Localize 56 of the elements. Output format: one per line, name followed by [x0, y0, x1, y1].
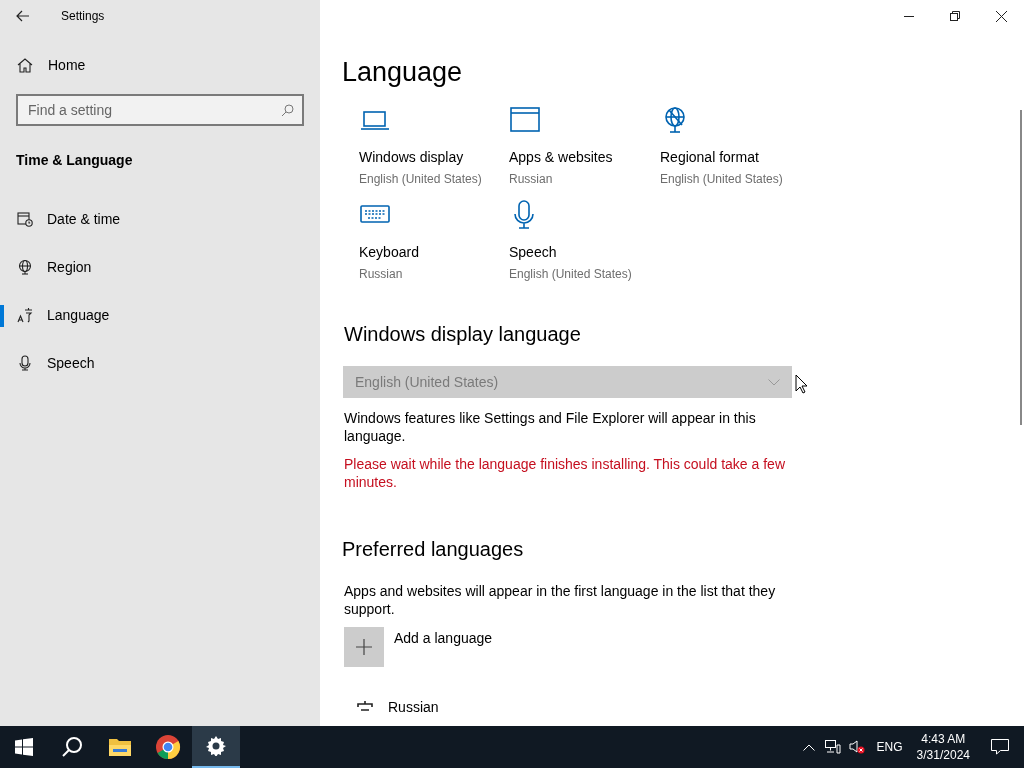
language-tile[interactable]: Speech English (United States)	[509, 200, 660, 283]
tile-value: English (United States)	[359, 171, 482, 188]
window-title: Settings	[61, 8, 105, 25]
section-heading: Windows display language	[344, 322, 582, 347]
tile-label: Windows display	[359, 148, 464, 167]
home-icon	[17, 57, 33, 73]
tile-value: Russian	[509, 171, 553, 188]
tile-value: English (United States)	[660, 171, 783, 188]
plus-icon	[356, 639, 372, 655]
chevron-down-icon	[768, 378, 780, 386]
sidebar-item[interactable]: Speech	[17, 352, 95, 374]
sidebar-item[interactable]: Language	[17, 304, 110, 326]
close-icon	[995, 10, 1007, 22]
tile-value: English (United States)	[509, 266, 632, 283]
page-title: Language	[342, 56, 464, 89]
mouse-cursor-icon	[795, 374, 807, 394]
description-text: Windows features like Settings and File Explorer will appear in this language.	[344, 409, 757, 445]
search-field[interactable]: Find a setting	[16, 94, 304, 126]
section-heading: Time & Language	[16, 151, 134, 170]
language-tile[interactable]: Regional format English (United States)	[660, 105, 810, 188]
input-language-button[interactable]: ENG	[868, 726, 911, 768]
language-name: Russian	[388, 698, 439, 717]
microphone-icon	[17, 355, 33, 371]
search-icon	[281, 104, 294, 117]
globe-icon	[17, 259, 33, 275]
muted-speaker-icon	[848, 740, 865, 754]
sidebar-item[interactable]: Date & time	[17, 208, 121, 230]
tile-label: Regional format	[660, 148, 759, 167]
chevron-up-icon	[802, 743, 815, 751]
tile-label: Apps & websites	[509, 148, 613, 167]
language-tile[interactable]: Windows display English (United States)	[359, 105, 509, 188]
home-link[interactable]: Home	[17, 55, 320, 75]
minimize-icon	[904, 15, 914, 17]
calendar-clock-icon	[17, 211, 33, 227]
section-heading: Preferred languages	[342, 537, 525, 562]
tile-label: Keyboard	[359, 243, 419, 262]
windows-logo-icon	[15, 738, 33, 756]
tile-value: Russian	[359, 266, 403, 283]
browser-icon	[155, 734, 181, 760]
tile-label: Speech	[509, 243, 557, 262]
language-tile[interactable]: Apps & websites Russian	[509, 105, 660, 188]
network-icon	[824, 740, 841, 754]
window-icon	[509, 105, 541, 135]
add-language-label: Add a language	[394, 629, 493, 648]
gear-icon	[206, 736, 226, 756]
language-tile[interactable]: Keyboard Russian	[359, 200, 509, 283]
back-arrow-icon	[16, 10, 30, 22]
clock-button[interactable]: 4:43 AM 3/31/2024	[910, 726, 976, 768]
taskbar-button[interactable]	[192, 726, 240, 768]
restore-icon	[950, 11, 960, 21]
warning-text: Please wait while the language finishes installing. This could take a few minutes.	[344, 455, 786, 491]
notification-icon	[991, 739, 1009, 755]
folder-icon	[108, 737, 132, 757]
description-text: Apps and websites will appear in the first language in the list that they support.	[344, 582, 777, 618]
sidebar-item[interactable]: Region	[17, 256, 92, 278]
search-icon	[61, 736, 83, 758]
